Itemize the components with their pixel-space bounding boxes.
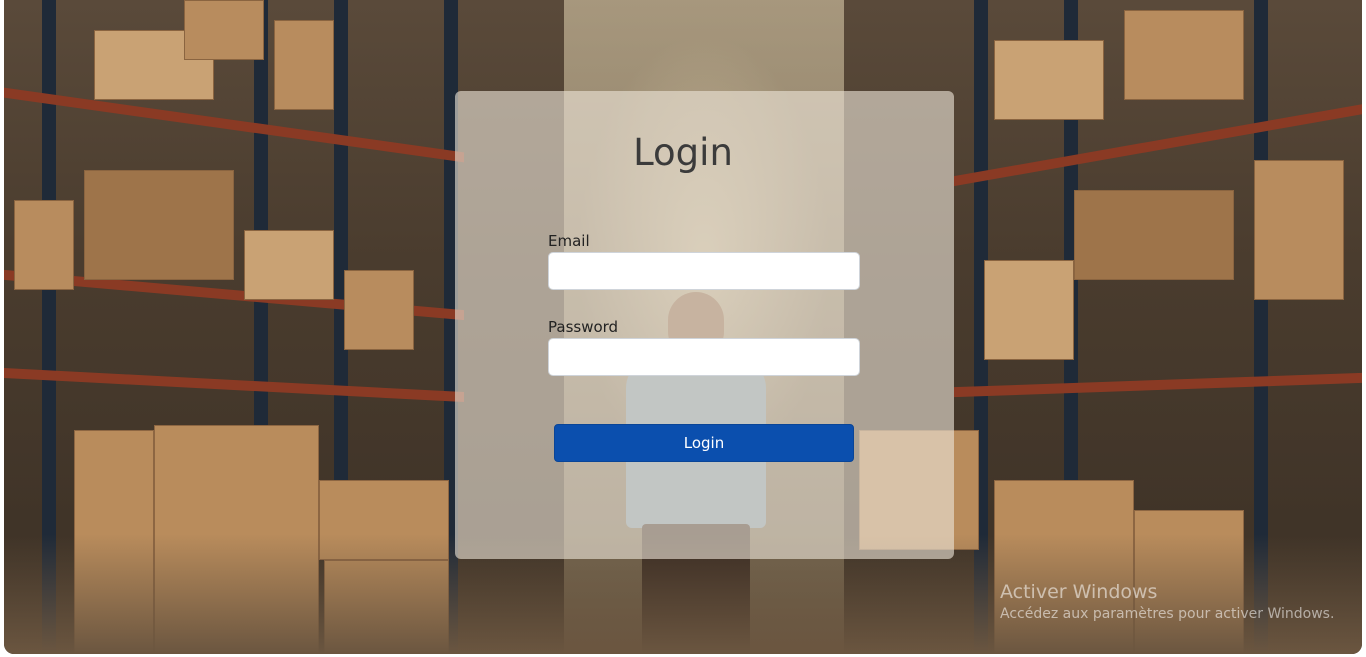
- email-field[interactable]: [548, 252, 860, 290]
- watermark-title: Activer Windows: [1000, 581, 1158, 603]
- windows-activation-watermark: Activer Windows Accédez aux paramètres p…: [1000, 580, 1334, 624]
- email-label: Email: [548, 232, 590, 250]
- login-title: Login: [633, 131, 733, 174]
- password-label: Password: [548, 318, 619, 336]
- login-button[interactable]: Login: [554, 424, 854, 462]
- watermark-subtitle: Accédez aux paramètres pour activer Wind…: [1000, 606, 1335, 622]
- password-field[interactable]: [548, 338, 860, 376]
